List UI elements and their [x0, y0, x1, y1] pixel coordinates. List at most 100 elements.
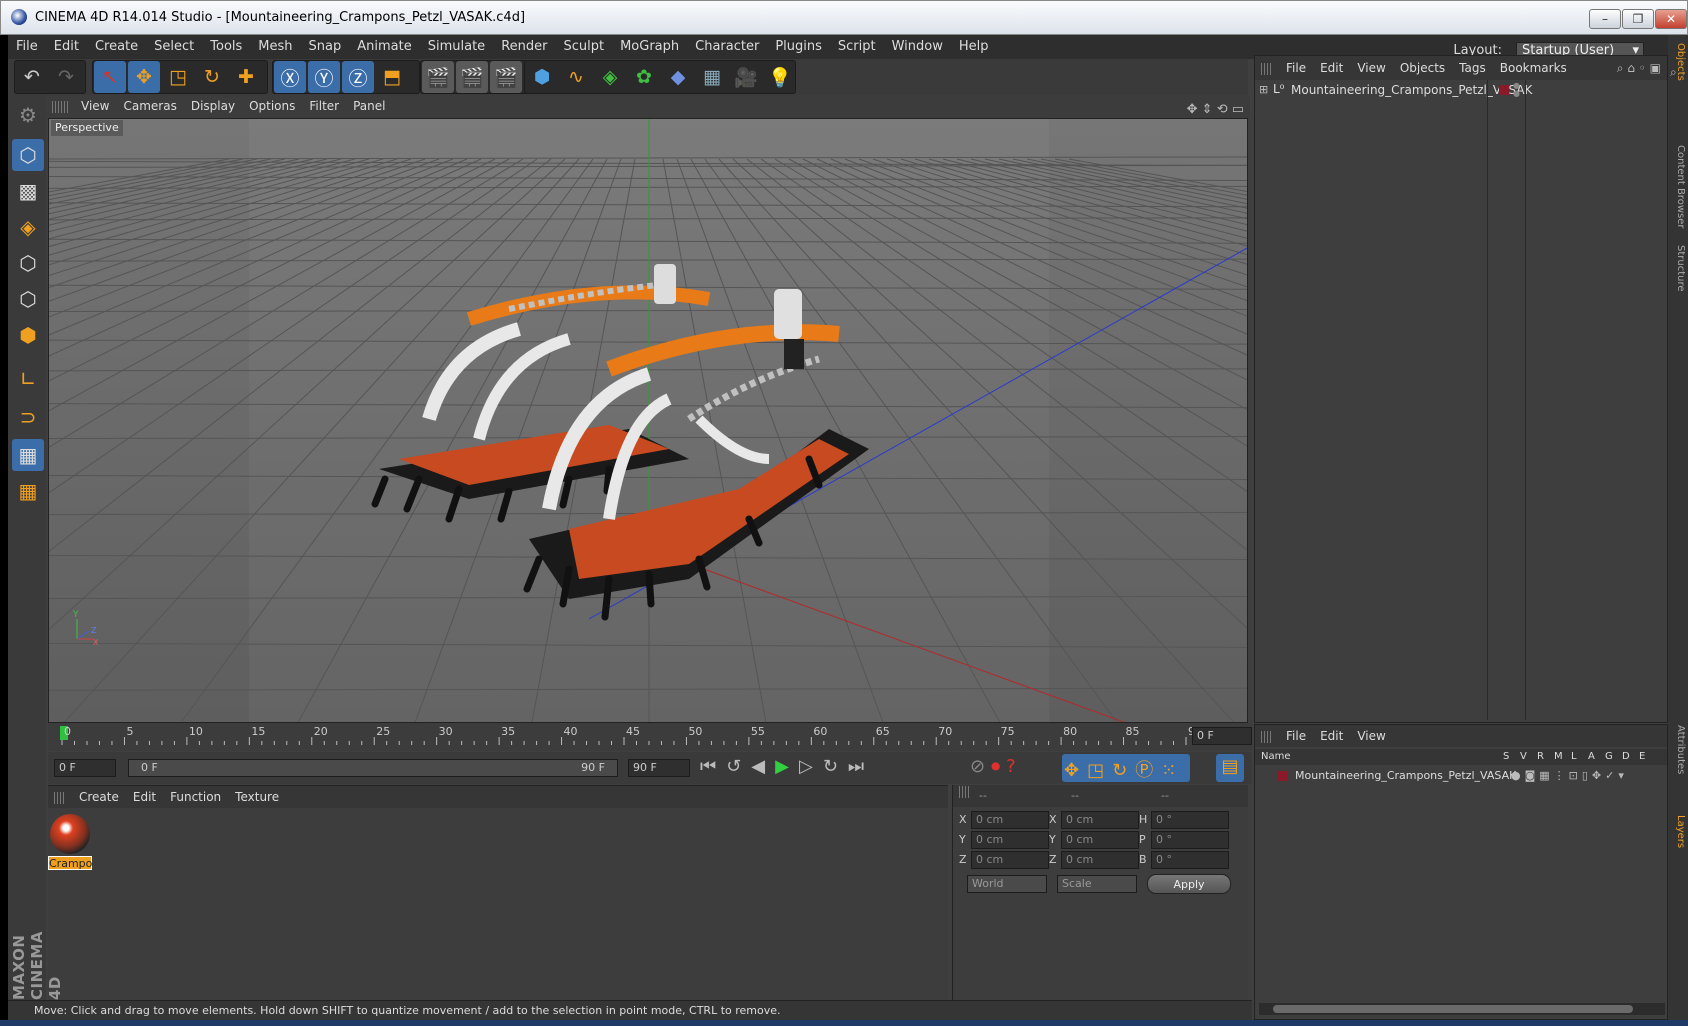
viewport-menu-cameras[interactable]: Cameras [116, 95, 183, 118]
cube-primitive-icon[interactable]: ⬢ [526, 61, 558, 93]
layer-menu-edit[interactable]: Edit [1313, 729, 1350, 743]
apply-button[interactable]: Apply [1147, 874, 1231, 894]
coord-rotation-field[interactable]: 0 ° [1151, 831, 1229, 849]
viewport-menu-view[interactable]: View [74, 95, 116, 118]
undo-icon[interactable]: ↶ [16, 61, 48, 93]
key-scale-icon[interactable]: ◳ [1087, 760, 1112, 781]
menu-animate[interactable]: Animate [349, 35, 419, 59]
menu-mograph[interactable]: MoGraph [612, 35, 687, 59]
expand-icon[interactable]: ⊞ [1259, 83, 1268, 96]
key-position-icon[interactable]: ✥ [1064, 760, 1087, 781]
record-disabled-icon[interactable]: ⊘ [970, 756, 991, 777]
tab-layers[interactable]: Layers [1670, 815, 1686, 848]
menu-create[interactable]: Create [87, 35, 146, 59]
timeline-window-icon[interactable]: ▤ [1216, 754, 1244, 782]
tab-structure[interactable]: Structure [1670, 245, 1686, 292]
record-active-icon[interactable]: ⏺ [991, 756, 1006, 777]
material-menu-function[interactable]: Function [163, 786, 228, 808]
coord-size-mode-dropdown[interactable]: Scale [1057, 875, 1137, 893]
redo-icon[interactable]: ↷ [50, 61, 82, 93]
menu-plugins[interactable]: Plugins [767, 35, 830, 59]
minimize-button[interactable]: – [1589, 9, 1621, 29]
menu-file[interactable]: File [8, 35, 46, 59]
object-menu-objects[interactable]: Objects [1393, 56, 1452, 80]
layer-horizontal-scrollbar[interactable] [1259, 1003, 1665, 1015]
menu-mesh[interactable]: Mesh [250, 35, 300, 59]
menu-tools[interactable]: Tools [202, 35, 250, 59]
key-rotation-icon[interactable]: ↻ [1112, 760, 1135, 781]
locked-workplane-icon[interactable]: ▦ [12, 439, 44, 471]
layer-menu-view[interactable]: View [1350, 729, 1392, 743]
current-frame-field[interactable]: 0 F [1192, 727, 1252, 745]
prev-key-icon[interactable]: ↺ [726, 756, 751, 777]
rotate-tool-icon[interactable]: ↻ [196, 61, 228, 93]
object-search-icons[interactable]: ⌕ ⌂ ◦ ▣ [1617, 56, 1661, 80]
viewport-menu-panel[interactable]: Panel [346, 95, 392, 118]
x-axis-lock-icon[interactable]: Ⓧ [274, 61, 306, 93]
texture-mode-icon[interactable]: ▩ [12, 175, 44, 207]
coord-size-field[interactable]: 0 cm [1061, 851, 1139, 869]
deformer-icon[interactable]: ◆ [662, 61, 694, 93]
render-picture-viewer-icon[interactable]: 🎬 [456, 61, 488, 93]
object-menu-edit[interactable]: Edit [1313, 56, 1350, 80]
3d-viewport[interactable]: Y Z X Perspective [48, 118, 1248, 723]
viewport-menu-filter[interactable]: Filter [302, 95, 346, 118]
visibility-dots-icon[interactable]: ● ● [1513, 82, 1520, 98]
subdivision-surface-icon[interactable]: ◈ [594, 61, 626, 93]
object-row[interactable]: ⊞ L⁰ Mountaineering_Crampons_Petzl_VASAK… [1255, 80, 1667, 100]
menu-sculpt[interactable]: Sculpt [555, 35, 612, 59]
menu-render[interactable]: Render [493, 35, 555, 59]
polygons-mode-icon[interactable]: ⬢ [12, 319, 44, 351]
render-view-icon[interactable]: 🎬 [422, 61, 454, 93]
layer-row[interactable]: Mountaineering_Crampons_Petzl_VASAK ●◙▦⋮… [1255, 767, 1667, 785]
frame-range-slider[interactable]: 0 F 90 F [128, 759, 618, 777]
tab-content-browser[interactable]: Content Browser [1670, 145, 1686, 228]
floor-environment-icon[interactable]: ▦ [696, 61, 728, 93]
material-menu-texture[interactable]: Texture [228, 786, 286, 808]
layer-toggle-icons[interactable]: ●◙▦⋮⊡▯✥✓▾ [1511, 769, 1628, 782]
prev-frame-icon[interactable]: ◀ [751, 756, 775, 777]
planar-workplane-icon[interactable]: ▦ [12, 475, 44, 507]
object-name[interactable]: Mountaineering_Crampons_Petzl_VASAK [1291, 83, 1532, 97]
camera-icon[interactable]: 🎥 [730, 61, 762, 93]
next-frame-icon[interactable]: ▷ [799, 756, 823, 777]
array-generator-icon[interactable]: ✿ [628, 61, 660, 93]
scale-tool-icon[interactable]: ◳ [162, 61, 194, 93]
object-menu-view[interactable]: View [1350, 56, 1392, 80]
goto-start-icon[interactable]: ⏮ [700, 756, 726, 777]
material-menu-create[interactable]: Create [72, 786, 126, 808]
light-icon[interactable]: 💡 [764, 61, 796, 93]
maximize-button[interactable]: ❐ [1622, 9, 1654, 29]
move-tool-icon[interactable]: ✥ [128, 61, 160, 93]
menu-help[interactable]: Help [951, 35, 997, 59]
viewport-menu-display[interactable]: Display [184, 95, 242, 118]
edges-mode-icon[interactable]: ⬡ [12, 283, 44, 315]
y-axis-lock-icon[interactable]: Ⓨ [308, 61, 340, 93]
coord-rotation-field[interactable]: 0 ° [1151, 851, 1229, 869]
layer-name[interactable]: Mountaineering_Crampons_Petzl_VASAK [1295, 769, 1516, 782]
key-param-icon[interactable]: Ⓟ [1135, 760, 1161, 781]
menu-snap[interactable]: Snap [301, 35, 350, 59]
menu-edit[interactable]: Edit [46, 35, 87, 59]
autokey-help-icon[interactable]: ? [1006, 756, 1022, 777]
key-pla-icon[interactable]: ⁙ [1161, 760, 1184, 781]
menu-window[interactable]: Window [884, 35, 951, 59]
coord-position-field[interactable]: 0 cm [971, 831, 1049, 849]
coordinate-system-icon[interactable]: ⬒ [376, 61, 408, 93]
snap-magnet-icon[interactable]: ⊃ [12, 401, 44, 433]
coord-position-field[interactable]: 0 cm [971, 851, 1049, 869]
layer-color-swatch[interactable] [1277, 771, 1287, 781]
coord-mode-dropdown[interactable]: World [967, 875, 1047, 893]
start-frame-field[interactable]: 0 F [54, 759, 116, 777]
add-tool-icon[interactable]: ✚ [230, 61, 262, 93]
menu-simulate[interactable]: Simulate [420, 35, 493, 59]
viewport-menu-options[interactable]: Options [242, 95, 302, 118]
model-mode-icon[interactable]: ⬡ [12, 139, 44, 171]
z-axis-lock-icon[interactable]: Ⓩ [342, 61, 374, 93]
object-menu-file[interactable]: File [1279, 56, 1313, 80]
end-frame-field[interactable]: 90 F [628, 759, 690, 777]
object-menu-bookmarks[interactable]: Bookmarks [1493, 56, 1574, 80]
points-mode-icon[interactable]: ⬡ [12, 247, 44, 279]
axis-mode-icon[interactable]: ∟ [12, 363, 44, 395]
coord-position-field[interactable]: 0 cm [971, 811, 1049, 829]
